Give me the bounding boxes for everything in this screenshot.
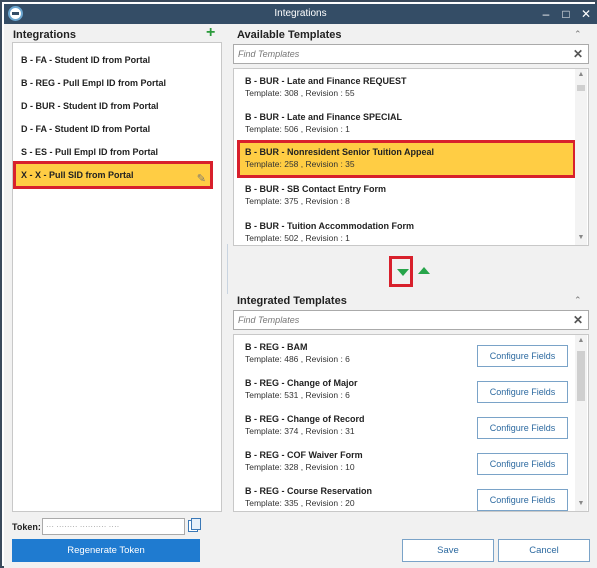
minimize-button[interactable]: – — [537, 6, 555, 22]
integration-item[interactable]: S - ES - Pull Empl ID from Portal — [13, 143, 213, 161]
integrated-search-input[interactable]: Find Templates ✕ — [233, 310, 589, 330]
integrated-templates-title: Integrated Templates — [237, 295, 347, 307]
template-meta: Template: 375 , Revision : 8 — [245, 196, 350, 206]
template-meta: Template: 258 , Revision : 35 — [245, 159, 355, 169]
token-label: Token: — [12, 522, 41, 532]
integration-item[interactable]: D - BUR - Student ID from Portal — [13, 97, 213, 115]
template-name: B - BUR - Late and Finance SPECIAL — [245, 112, 403, 122]
move-down-button[interactable] — [389, 256, 413, 287]
clear-icon[interactable]: ✕ — [573, 47, 583, 61]
integrated-scrollbar[interactable]: ▲ ▼ — [575, 335, 587, 511]
template-name: B - REG - COF Waiver Form — [245, 450, 363, 460]
clear-icon[interactable]: ✕ — [573, 313, 583, 327]
close-button[interactable]: ✕ — [577, 6, 595, 22]
integrated-templates-list: B - REG - BAM Template: 486 , Revision :… — [233, 334, 589, 512]
integration-item-selected[interactable]: X - X - Pull SID from Portal ✎ — [13, 161, 213, 189]
template-name: B - REG - Course Reservation — [245, 486, 373, 496]
save-button[interactable]: Save — [402, 539, 494, 562]
template-item[interactable]: B - REG - Change of Record Template: 374… — [234, 409, 570, 443]
template-item[interactable]: B - REG - Change of Major Template: 531 … — [234, 373, 570, 407]
configure-fields-button[interactable]: Configure Fields — [477, 453, 568, 475]
template-meta: Template: 308 , Revision : 55 — [245, 88, 355, 98]
cancel-button[interactable]: Cancel — [498, 539, 590, 562]
window-title: Integrations — [274, 8, 327, 19]
template-name: B - BUR - Late and Finance REQUEST — [245, 76, 407, 86]
scroll-down-icon[interactable]: ▼ — [575, 234, 587, 241]
configure-fields-button[interactable]: Configure Fields — [477, 417, 568, 439]
template-item[interactable]: B - REG - Course Reservation Template: 3… — [234, 481, 570, 511]
template-name: B - BUR - Nonresident Senior Tuition App… — [245, 147, 434, 157]
regenerate-token-button[interactable]: Regenerate Token — [12, 539, 200, 562]
available-scrollbar[interactable]: ▲ ▼ — [575, 69, 587, 245]
copy-icon[interactable] — [188, 518, 201, 532]
arrow-down-icon — [397, 269, 409, 276]
template-item[interactable]: B - REG - COF Waiver Form Template: 328 … — [234, 445, 570, 479]
search-placeholder: Find Templates — [238, 315, 300, 325]
scroll-up-icon[interactable]: ▲ — [575, 71, 587, 78]
template-meta: Template: 328 , Revision : 10 — [245, 462, 355, 472]
configure-fields-button[interactable]: Configure Fields — [477, 345, 568, 367]
template-item[interactable]: B - REG - BAM Template: 486 , Revision :… — [234, 337, 570, 371]
title-bar: Integrations – □ ✕ — [4, 4, 597, 24]
window-frame: Integrations – □ ✕ Integrations + B - FA… — [0, 0, 597, 568]
pencil-icon[interactable]: ✎ — [197, 168, 206, 190]
template-meta: Template: 374 , Revision : 31 — [245, 426, 355, 436]
template-meta: Template: 531 , Revision : 6 — [245, 390, 350, 400]
template-item[interactable]: B - BUR - Late and Finance SPECIAL Templ… — [234, 107, 570, 141]
scroll-thumb[interactable] — [577, 351, 585, 401]
integration-item[interactable]: D - FA - Student ID from Portal — [13, 120, 213, 138]
template-item-selected[interactable]: B - BUR - Nonresident Senior Tuition App… — [237, 140, 576, 178]
template-meta: Template: 335 , Revision : 20 — [245, 498, 355, 508]
available-templates-title: Available Templates — [237, 29, 342, 41]
splitter[interactable] — [227, 244, 228, 294]
template-meta: Template: 506 , Revision : 1 — [245, 124, 350, 134]
move-up-button[interactable] — [418, 267, 430, 274]
collapse-up-icon[interactable]: ⌃ — [574, 29, 582, 40]
template-meta: Template: 502 , Revision : 1 — [245, 233, 350, 243]
search-placeholder: Find Templates — [238, 49, 300, 59]
integration-item-label: X - X - Pull SID from Portal — [21, 170, 134, 180]
configure-fields-button[interactable]: Configure Fields — [477, 489, 568, 511]
template-name: B - BUR - SB Contact Entry Form — [245, 184, 387, 194]
configure-fields-button[interactable]: Configure Fields — [477, 381, 568, 403]
scroll-thumb[interactable] — [577, 85, 585, 91]
template-name: B - REG - BAM — [245, 342, 308, 352]
maximize-button[interactable]: □ — [557, 6, 575, 22]
available-templates-list: B - BUR - Late and Finance REQUEST Templ… — [233, 68, 589, 246]
available-search-input[interactable]: Find Templates ✕ — [233, 44, 589, 64]
plus-icon[interactable]: + — [206, 25, 215, 41]
scroll-down-icon[interactable]: ▼ — [575, 500, 587, 507]
token-field[interactable]: ··· ········ ·········· ···· — [42, 518, 185, 535]
main-content: Integrations + B - FA - Student ID from … — [4, 24, 597, 568]
template-item[interactable]: B - BUR - Late and Finance REQUEST Templ… — [234, 71, 570, 105]
template-item[interactable]: B - BUR - Tuition Accommodation Form Tem… — [234, 216, 570, 245]
template-item[interactable]: B - BUR - SB Contact Entry Form Template… — [234, 179, 570, 213]
scroll-up-icon[interactable]: ▲ — [575, 337, 587, 344]
template-name: B - REG - Change of Record — [245, 414, 365, 424]
template-meta: Template: 486 , Revision : 6 — [245, 354, 350, 364]
template-name: B - BUR - Tuition Accommodation Form — [245, 221, 414, 231]
integration-item[interactable]: B - REG - Pull Empl ID from Portal — [13, 74, 213, 92]
collapse-up-icon[interactable]: ⌃ — [574, 295, 582, 306]
integration-item[interactable]: B - FA - Student ID from Portal — [13, 51, 213, 69]
integrations-title: Integrations — [13, 29, 76, 41]
template-name: B - REG - Change of Major — [245, 378, 358, 388]
